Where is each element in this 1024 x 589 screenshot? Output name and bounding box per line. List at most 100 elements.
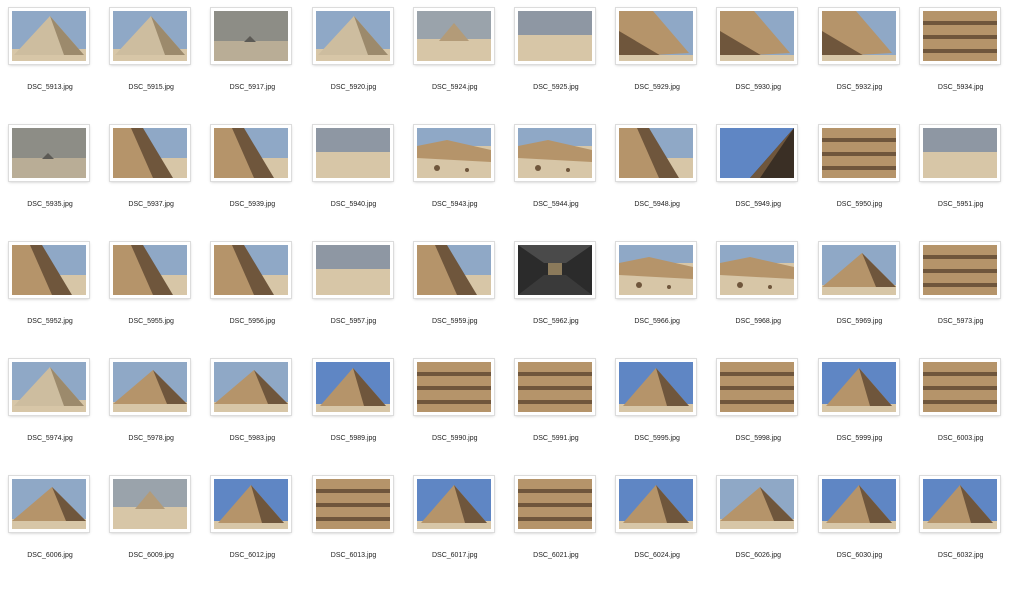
- file-item[interactable]: DSC_5920.jpg: [304, 4, 405, 121]
- file-item[interactable]: DSC_5998.jpg: [708, 355, 809, 472]
- thumbnail[interactable]: [818, 476, 899, 532]
- file-name[interactable]: DSC_5951.jpg: [911, 201, 1011, 208]
- thumbnail[interactable]: [616, 125, 697, 181]
- file-item[interactable]: DSC_5991.jpg: [506, 355, 607, 472]
- file-item[interactable]: DSC_6026.jpg: [708, 472, 809, 589]
- file-name[interactable]: DSC_5949.jpg: [708, 201, 808, 208]
- thumbnail[interactable]: [616, 476, 697, 532]
- thumbnail[interactable]: [717, 476, 798, 532]
- file-name[interactable]: DSC_5969.jpg: [810, 318, 910, 325]
- thumbnail[interactable]: [818, 125, 899, 181]
- file-name[interactable]: DSC_6024.jpg: [607, 552, 707, 559]
- file-item[interactable]: DSC_5956.jpg: [202, 238, 303, 355]
- thumbnail[interactable]: [413, 476, 494, 532]
- file-item[interactable]: DSC_5978.jpg: [101, 355, 202, 472]
- file-item[interactable]: DSC_5962.jpg: [506, 238, 607, 355]
- file-name[interactable]: DSC_6009.jpg: [101, 552, 201, 559]
- thumbnail[interactable]: [110, 8, 191, 64]
- file-name[interactable]: DSC_6026.jpg: [708, 552, 808, 559]
- file-item[interactable]: DSC_6006.jpg: [0, 472, 101, 589]
- file-item[interactable]: DSC_5925.jpg: [506, 4, 607, 121]
- thumbnail[interactable]: [919, 8, 1000, 64]
- file-item[interactable]: DSC_5952.jpg: [0, 238, 101, 355]
- thumbnail[interactable]: [110, 242, 191, 298]
- file-item[interactable]: DSC_5943.jpg: [405, 121, 506, 238]
- thumbnail[interactable]: [211, 359, 292, 415]
- file-name[interactable]: DSC_5962.jpg: [506, 318, 606, 325]
- file-name[interactable]: DSC_6030.jpg: [810, 552, 910, 559]
- file-name[interactable]: DSC_5973.jpg: [911, 318, 1011, 325]
- thumbnail[interactable]: [312, 125, 393, 181]
- file-name[interactable]: DSC_5937.jpg: [101, 201, 201, 208]
- file-name[interactable]: DSC_5930.jpg: [708, 84, 808, 91]
- file-item[interactable]: DSC_5955.jpg: [101, 238, 202, 355]
- file-name[interactable]: DSC_5990.jpg: [405, 435, 505, 442]
- thumbnail[interactable]: [211, 8, 292, 64]
- file-item[interactable]: DSC_6013.jpg: [304, 472, 405, 589]
- file-name[interactable]: DSC_5978.jpg: [101, 435, 201, 442]
- file-item[interactable]: DSC_5968.jpg: [708, 238, 809, 355]
- thumbnail[interactable]: [616, 8, 697, 64]
- file-item[interactable]: DSC_5966.jpg: [607, 238, 708, 355]
- thumbnail[interactable]: [413, 359, 494, 415]
- file-name[interactable]: DSC_5956.jpg: [202, 318, 302, 325]
- file-name[interactable]: DSC_5998.jpg: [708, 435, 808, 442]
- thumbnail[interactable]: [919, 359, 1000, 415]
- file-item[interactable]: DSC_6024.jpg: [607, 472, 708, 589]
- file-name[interactable]: DSC_5932.jpg: [810, 84, 910, 91]
- file-name[interactable]: DSC_5991.jpg: [506, 435, 606, 442]
- file-name[interactable]: DSC_5939.jpg: [202, 201, 302, 208]
- file-name[interactable]: DSC_5915.jpg: [101, 84, 201, 91]
- file-item[interactable]: DSC_5974.jpg: [0, 355, 101, 472]
- thumbnail[interactable]: [616, 359, 697, 415]
- file-item[interactable]: DSC_5913.jpg: [0, 4, 101, 121]
- file-item[interactable]: DSC_6003.jpg: [911, 355, 1012, 472]
- thumbnail[interactable]: [110, 476, 191, 532]
- file-item[interactable]: DSC_5973.jpg: [911, 238, 1012, 355]
- file-name[interactable]: DSC_6013.jpg: [304, 552, 404, 559]
- file-name[interactable]: DSC_5940.jpg: [304, 201, 404, 208]
- file-name[interactable]: DSC_6032.jpg: [911, 552, 1011, 559]
- thumbnail[interactable]: [211, 476, 292, 532]
- thumbnail[interactable]: [110, 359, 191, 415]
- file-item[interactable]: DSC_5950.jpg: [810, 121, 911, 238]
- file-name[interactable]: DSC_5950.jpg: [810, 201, 910, 208]
- file-name[interactable]: DSC_5952.jpg: [0, 318, 100, 325]
- file-name[interactable]: DSC_6017.jpg: [405, 552, 505, 559]
- file-item[interactable]: DSC_6017.jpg: [405, 472, 506, 589]
- file-name[interactable]: DSC_5925.jpg: [506, 84, 606, 91]
- thumbnail[interactable]: [110, 125, 191, 181]
- file-name[interactable]: DSC_5968.jpg: [708, 318, 808, 325]
- thumbnail[interactable]: [514, 476, 595, 532]
- file-item[interactable]: DSC_5959.jpg: [405, 238, 506, 355]
- thumbnail[interactable]: [919, 125, 1000, 181]
- thumbnail[interactable]: [312, 242, 393, 298]
- file-item[interactable]: DSC_5990.jpg: [405, 355, 506, 472]
- thumbnail[interactable]: [312, 476, 393, 532]
- thumbnail[interactable]: [211, 125, 292, 181]
- thumbnail[interactable]: [717, 242, 798, 298]
- file-name[interactable]: DSC_5995.jpg: [607, 435, 707, 442]
- file-name[interactable]: DSC_5966.jpg: [607, 318, 707, 325]
- file-item[interactable]: DSC_5948.jpg: [607, 121, 708, 238]
- thumbnail[interactable]: [818, 8, 899, 64]
- thumbnail[interactable]: [616, 242, 697, 298]
- thumbnail[interactable]: [312, 359, 393, 415]
- file-name[interactable]: DSC_6021.jpg: [506, 552, 606, 559]
- thumbnail[interactable]: [717, 359, 798, 415]
- file-name[interactable]: DSC_5974.jpg: [0, 435, 100, 442]
- thumbnail[interactable]: [9, 125, 89, 181]
- thumbnail[interactable]: [818, 359, 899, 415]
- file-item[interactable]: DSC_6012.jpg: [202, 472, 303, 589]
- thumbnail[interactable]: [514, 242, 595, 298]
- file-item[interactable]: DSC_5951.jpg: [911, 121, 1012, 238]
- thumbnail[interactable]: [514, 8, 595, 64]
- thumbnail[interactable]: [818, 242, 899, 298]
- file-name[interactable]: DSC_5983.jpg: [202, 435, 302, 442]
- file-item[interactable]: DSC_5915.jpg: [101, 4, 202, 121]
- file-item[interactable]: DSC_5940.jpg: [304, 121, 405, 238]
- file-name[interactable]: DSC_5943.jpg: [405, 201, 505, 208]
- file-item[interactable]: DSC_6009.jpg: [101, 472, 202, 589]
- file-item[interactable]: DSC_5932.jpg: [810, 4, 911, 121]
- file-name[interactable]: DSC_6012.jpg: [202, 552, 302, 559]
